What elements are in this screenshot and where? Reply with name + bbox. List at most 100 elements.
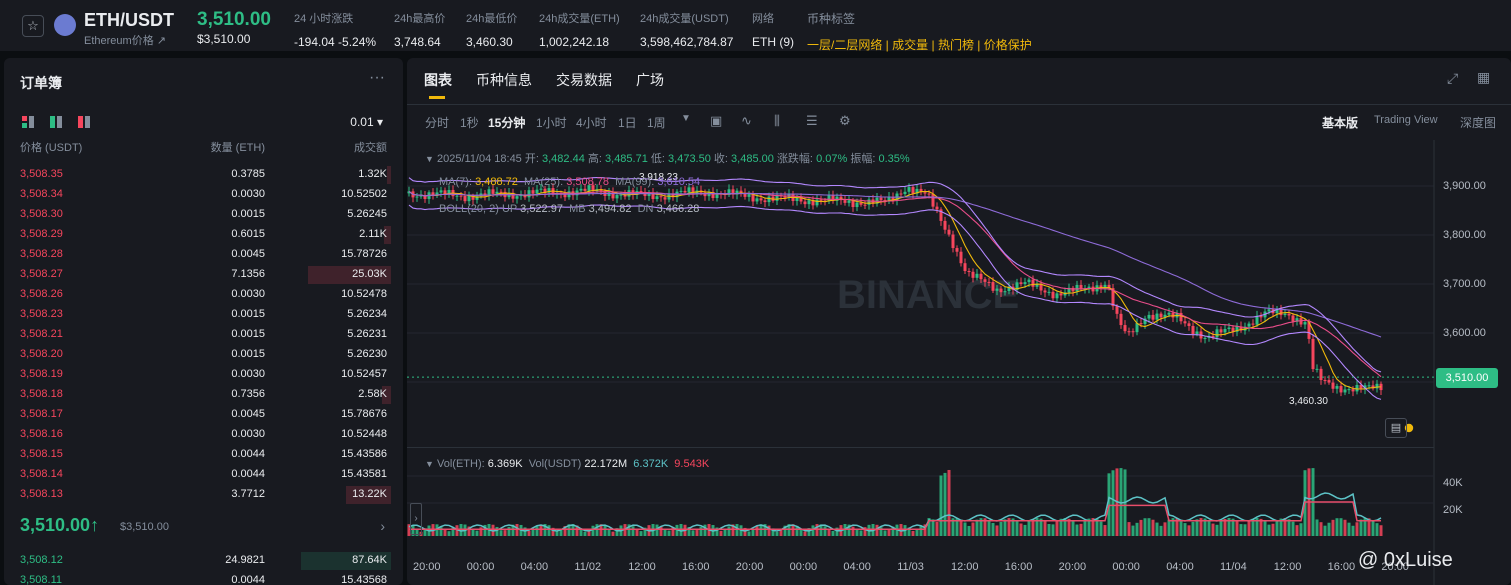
- candle-body: [911, 187, 915, 194]
- ask-row[interactable]: 3,508.28 0.0045 15.78726: [4, 245, 403, 265]
- candle-body: [755, 198, 759, 202]
- ask-row[interactable]: 3,508.13 3.7712 13.22K: [4, 485, 403, 505]
- tag-hot[interactable]: 热门榜: [938, 38, 974, 52]
- volume-bar: [1003, 519, 1007, 536]
- tag-layer[interactable]: 一层/二层网络: [807, 38, 882, 52]
- volume-bar: [939, 475, 943, 536]
- candle-body: [971, 271, 975, 278]
- ask-row[interactable]: 3,508.21 0.0015 5.26231: [4, 325, 403, 345]
- volume-bar: [1243, 524, 1247, 536]
- ask-row[interactable]: 3,508.16 0.0030 10.52448: [4, 425, 403, 445]
- volume-bar: [699, 526, 703, 536]
- order-amount: 0.0045: [231, 408, 265, 420]
- volume-bar: [611, 531, 615, 536]
- chevron-right-icon[interactable]: ›: [380, 518, 385, 534]
- order-total: 10.52457: [341, 368, 387, 380]
- collapse-toggle-icon[interactable]: ›: [410, 503, 422, 535]
- ask-row[interactable]: 3,508.27 7.1356 25.03K: [4, 265, 403, 285]
- col-price-header: 价格 (USDT): [20, 142, 83, 154]
- pair-subtitle-link[interactable]: Ethereum价格 ↗: [84, 32, 166, 48]
- order-amount: 0.0015: [231, 348, 265, 360]
- volume-bar: [659, 526, 663, 536]
- binance-watermark: BINANCE: [837, 273, 1019, 317]
- volume-bar: [755, 526, 759, 536]
- volume-bar: [1051, 524, 1055, 536]
- volume-bar: [639, 531, 643, 536]
- price-axis-label: 3,800.00: [1443, 229, 1486, 241]
- candle-body: [1343, 389, 1347, 393]
- volume-bar: [655, 524, 659, 536]
- volume-bar: [1143, 518, 1147, 536]
- col-amount-header: 数量 (ETH): [210, 142, 265, 154]
- time-axis-label: 00:00: [789, 561, 818, 573]
- bid-row[interactable]: 3,508.11 0.0044 15.43568: [4, 571, 403, 585]
- candle-body: [1367, 385, 1371, 387]
- order-price: 3,508.14: [20, 468, 63, 480]
- order-amount: 7.1356: [231, 268, 265, 280]
- candle-body: [1291, 315, 1295, 322]
- volume-bar: [1047, 523, 1051, 536]
- ask-row[interactable]: 3,508.35 0.3785 1.32K: [4, 165, 403, 185]
- ask-row[interactable]: 3,508.17 0.0045 15.78676: [4, 405, 403, 425]
- precision-select[interactable]: 0.01 ▾: [350, 115, 383, 129]
- volume-bar: [539, 524, 543, 536]
- volume-bar: [1331, 519, 1335, 536]
- volume-bar: [1327, 522, 1331, 536]
- order-total: 2.58K: [358, 388, 387, 400]
- mid-price-usd: $3,510.00: [120, 521, 169, 533]
- ask-row[interactable]: 3,508.30 0.0015 5.26245: [4, 205, 403, 225]
- ask-row[interactable]: 3,508.20 0.0015 5.26230: [4, 345, 403, 365]
- ask-row[interactable]: 3,508.23 0.0015 5.26234: [4, 305, 403, 325]
- order-panel-icon[interactable]: ▤: [1385, 418, 1407, 438]
- volume-bar: [827, 529, 831, 536]
- view-both-icon[interactable]: [22, 116, 34, 128]
- order-price: 3,508.26: [20, 288, 63, 300]
- candle-body: [1327, 380, 1331, 383]
- candle-body: [1331, 382, 1335, 389]
- ask-row[interactable]: 3,508.19 0.0030 10.52457: [4, 365, 403, 385]
- order-total: 15.78676: [341, 408, 387, 420]
- ask-row[interactable]: 3,508.29 0.6015 2.11K: [4, 225, 403, 245]
- volume-bar: [1155, 522, 1159, 536]
- view-bids-icon[interactable]: [50, 116, 62, 128]
- candlestick-chart[interactable]: BINANCE3,918.233,460.30: [407, 58, 1511, 585]
- order-price: 3,508.11: [20, 574, 63, 585]
- ask-row[interactable]: 3,508.18 0.7356 2.58K: [4, 385, 403, 405]
- candle-body: [1195, 331, 1199, 334]
- candle-body: [1187, 323, 1191, 326]
- order-price: 3,508.23: [20, 308, 63, 320]
- candle-body: [1311, 338, 1315, 370]
- volume-bar: [1223, 518, 1227, 536]
- more-options-icon[interactable]: ···: [369, 69, 385, 87]
- volume-bar: [831, 530, 835, 536]
- tag-price-protect[interactable]: 价格保护: [984, 38, 1032, 52]
- favorite-star-icon[interactable]: ☆: [22, 15, 44, 37]
- candle-body: [1287, 313, 1291, 316]
- tag-volume[interactable]: 成交量: [892, 38, 928, 52]
- ask-row[interactable]: 3,508.15 0.0044 15.43586: [4, 445, 403, 465]
- volume-bar: [935, 522, 939, 536]
- candle-body: [859, 202, 863, 205]
- ask-row[interactable]: 3,508.14 0.0044 15.43581: [4, 465, 403, 485]
- candle-body: [803, 201, 807, 205]
- order-amount: 0.0045: [231, 248, 265, 260]
- volume-bar: [1319, 522, 1323, 536]
- bid-row[interactable]: 3,508.12 24.9821 87.64K: [4, 551, 403, 571]
- candle-body: [863, 204, 867, 206]
- volume-bar: [1351, 525, 1355, 536]
- order-amount: 0.6015: [231, 228, 265, 240]
- volume-bar: [583, 531, 587, 536]
- volume-bar: [1211, 523, 1215, 536]
- order-total: 5.26234: [347, 308, 387, 320]
- view-asks-icon[interactable]: [78, 116, 90, 128]
- order-amount: 0.0030: [231, 188, 265, 200]
- volume-bar: [1127, 522, 1131, 536]
- volume-bar: [527, 530, 531, 536]
- pair-name[interactable]: ETH/USDT: [84, 10, 174, 31]
- volume-bar: [959, 519, 963, 536]
- ask-row[interactable]: 3,508.34 0.0030 10.52502: [4, 185, 403, 205]
- candle-body: [979, 273, 983, 280]
- volume-bar: [1267, 524, 1271, 536]
- volume-bar: [1355, 522, 1359, 536]
- ask-row[interactable]: 3,508.26 0.0030 10.52478: [4, 285, 403, 305]
